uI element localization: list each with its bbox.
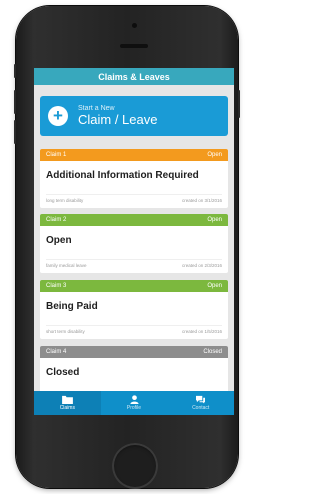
- claim-status: Open: [207, 217, 222, 223]
- app-screen: Claims & Leaves + Start a New Claim / Le…: [34, 68, 234, 415]
- folder-icon: [61, 395, 73, 404]
- home-button[interactable]: [112, 443, 158, 489]
- claim-subtitle: long term disability: [46, 198, 84, 203]
- claim-header: Claim 1 Open: [40, 149, 228, 161]
- claim-card[interactable]: Claim 3 Open Being Paid short term disab…: [40, 280, 228, 339]
- claim-number: Claim 2: [46, 217, 67, 223]
- tab-profile-label: Profile: [126, 405, 142, 411]
- tab-contact[interactable]: Contact: [167, 391, 234, 415]
- power-button: [238, 90, 240, 118]
- person-icon: [129, 395, 139, 404]
- tab-bar: Claims Profile Contact: [34, 391, 234, 415]
- app-title: Claims & Leaves: [98, 71, 170, 82]
- front-camera: [132, 23, 137, 28]
- claim-date: created on 1/5/2016: [181, 329, 222, 334]
- chat-icon: [196, 395, 206, 404]
- mute-switch: [14, 64, 16, 78]
- new-claim-small-label: Start a New: [78, 105, 115, 112]
- volume-down-button: [14, 120, 16, 144]
- claim-number: Claim 1: [46, 152, 67, 158]
- claim-status: Closed: [203, 349, 222, 355]
- claim-footer: short term disability created on 1/5/201…: [46, 325, 222, 334]
- claim-date: created on 3/1/2016: [181, 198, 222, 203]
- claim-date: created on 2/3/2016: [181, 263, 222, 268]
- claim-header: Claim 4 Closed: [40, 346, 228, 358]
- app-titlebar: Claims & Leaves: [34, 68, 234, 85]
- claim-status: Open: [207, 283, 222, 289]
- claim-header: Claim 3 Open: [40, 280, 228, 292]
- claim-card[interactable]: Claim 1 Open Additional Information Requ…: [40, 149, 228, 208]
- claim-title: Being Paid: [46, 301, 98, 312]
- claim-status: Open: [207, 152, 222, 158]
- tab-profile[interactable]: Profile: [101, 391, 168, 415]
- tab-contact-label: Contact: [192, 405, 210, 411]
- new-claim-label: Claim / Leave: [78, 111, 158, 127]
- claim-number: Claim 3: [46, 283, 67, 289]
- plus-icon: +: [48, 106, 68, 126]
- tab-claims[interactable]: Claims: [34, 391, 101, 415]
- new-claim-button[interactable]: + Start a New Claim / Leave: [40, 96, 228, 136]
- claim-title: Closed: [46, 367, 80, 378]
- claim-title: Additional Information Required: [46, 170, 199, 181]
- claim-title: Open: [46, 235, 72, 246]
- claim-footer: family medical leave created on 2/3/2016: [46, 259, 222, 268]
- claim-card[interactable]: Claim 2 Open Open family medical leave c…: [40, 214, 228, 273]
- earpiece-speaker: [120, 44, 148, 48]
- claim-header: Claim 2 Open: [40, 214, 228, 226]
- claim-subtitle: short term disability: [46, 329, 85, 334]
- tab-claims-label: Claims: [59, 405, 75, 411]
- claim-subtitle: family medical leave: [46, 263, 87, 268]
- claim-number: Claim 4: [46, 349, 67, 355]
- volume-up-button: [14, 90, 16, 114]
- claim-footer: long term disability created on 3/1/2016: [46, 194, 222, 203]
